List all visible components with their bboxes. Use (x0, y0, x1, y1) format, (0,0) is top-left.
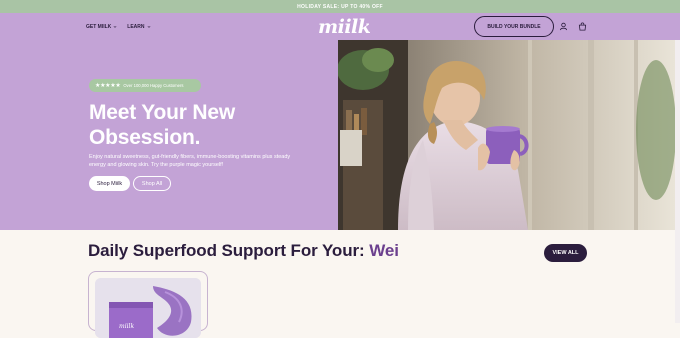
nav-get-miilk-label: GET MIILK (86, 23, 112, 30)
woman-with-mug-illustration (338, 40, 675, 230)
nav-links: GET MIILK LEARN (86, 13, 151, 40)
scrollbar[interactable] (675, 40, 680, 323)
nav-learn-label: LEARN (127, 23, 145, 30)
top-nav: GET MIILK LEARN miilk BUILD YOUR BUNDLE (0, 13, 680, 40)
shop-miilk-button[interactable]: Shop Miilk (89, 176, 130, 191)
hero-image (338, 40, 675, 230)
view-all-button[interactable]: VIEW ALL (544, 244, 587, 262)
product-pouch-illustration: miilk (95, 278, 201, 338)
rating-badge: ★★★★★ Over 100,000 Happy Customers (89, 79, 201, 92)
hero-subtext: Enjoy natural sweetness, gut-friendly fi… (89, 154, 291, 168)
shop-all-button[interactable]: Shop All (133, 176, 171, 191)
section-title-accent: Wei (369, 241, 399, 260)
chevron-down-icon (147, 25, 150, 28)
nav-learn[interactable]: LEARN (127, 24, 150, 30)
chevron-down-icon (113, 25, 117, 28)
promo-text: HOLIDAY SALE: UP TO 40% OFF (297, 3, 383, 10)
build-bundle-button[interactable]: BUILD YOUR BUNDLE (474, 16, 554, 37)
cart-icon[interactable] (578, 22, 587, 31)
promo-banner: HOLIDAY SALE: UP TO 40% OFF (0, 0, 680, 13)
nav-get-miilk[interactable]: GET MIILK (86, 24, 117, 30)
product-brand-mark: miilk (119, 323, 134, 330)
section-title-text: Daily Superfood Support For Your: (88, 241, 365, 260)
hero-headline: Meet Your New Obsession. (89, 101, 235, 149)
product-image: miilk (95, 278, 201, 338)
product-card[interactable]: miilk (88, 271, 208, 338)
section-title: Daily Superfood Support For Your: Wei (88, 241, 399, 261)
rating-badge-text: Over 100,000 Happy Customers (123, 83, 184, 88)
user-icon[interactable] (559, 22, 568, 31)
star-rating-icon: ★★★★★ (95, 83, 121, 89)
brand-logo[interactable]: miilk (318, 16, 371, 38)
